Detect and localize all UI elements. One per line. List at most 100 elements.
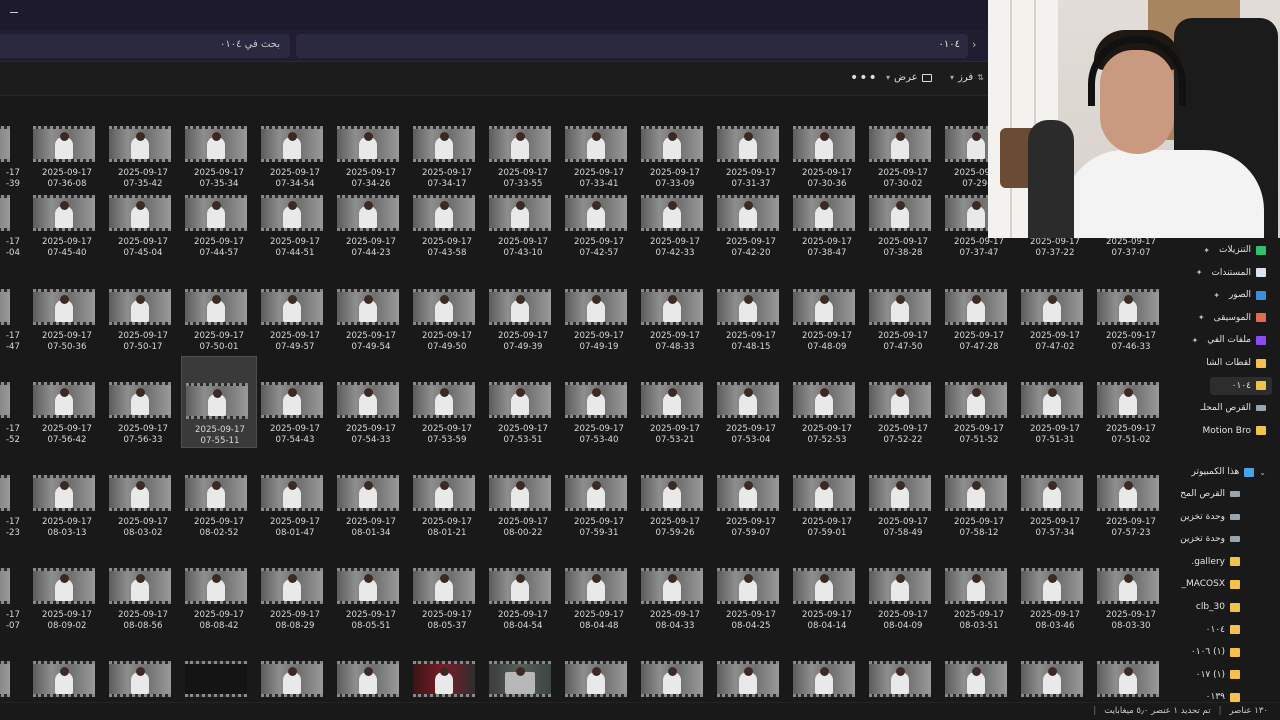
- file-item[interactable]: 2025-09-17 07-42-20: [713, 195, 789, 265]
- sidebar-item-this-pc[interactable]: ⌄ هذا الكمبيوتر: [1191, 463, 1266, 481]
- file-item[interactable]: 2025-09-17 07-31-37: [713, 126, 789, 196]
- file-item[interactable]: 2025-09-17 07-52-53: [789, 382, 865, 452]
- file-item[interactable]: 2025-09-17 07-52-22: [865, 382, 941, 452]
- sidebar-item[interactable]: (١) ٠١٠٦: [1191, 643, 1240, 661]
- file-item[interactable]: 2025-09-17 07-51-02: [1093, 382, 1169, 452]
- file-item[interactable]: 2025-09-17 07-46-33: [1093, 289, 1169, 359]
- file-item[interactable]: [561, 661, 637, 702]
- file-item[interactable]: [257, 661, 333, 702]
- sidebar-item[interactable]: ‪clb_30: [1196, 598, 1240, 616]
- file-item[interactable]: [0, 661, 20, 702]
- file-item[interactable]: 2025-09-17 07-58-49: [865, 475, 941, 545]
- file-item[interactable]: 2025-09-17 07-58-12: [941, 475, 1017, 545]
- file-item[interactable]: 2025-09-17 07-51-31: [1017, 382, 1093, 452]
- sidebar-item[interactable]: القرص المحلـ: [1201, 399, 1266, 417]
- file-item[interactable]: 2025-09-17 07-54-33: [333, 382, 409, 452]
- file-item[interactable]: 2025-09-17 07-53-04: [713, 382, 789, 452]
- file-item[interactable]: 2025-09-17 07-49-57: [257, 289, 333, 359]
- sidebar-item[interactable]: وحدة تخزين: [1180, 508, 1240, 526]
- file-item[interactable]: 2025-09-17 07-43-58: [409, 195, 485, 265]
- file-item[interactable]: 2025-09-17 08-03-02: [105, 475, 181, 545]
- file-item[interactable]: -17 -23: [0, 475, 20, 545]
- file-item[interactable]: -17 -07: [0, 568, 20, 638]
- sidebar-item[interactable]: الصور ✦: [1213, 286, 1266, 304]
- file-item[interactable]: 2025-09-17 07-43-10: [485, 195, 561, 265]
- file-item[interactable]: 2025-09-17 07-42-33: [637, 195, 713, 265]
- sidebar-item[interactable]: Motion Bro: [1202, 422, 1266, 440]
- file-item[interactable]: 2025-09-17 07-48-33: [637, 289, 713, 359]
- file-item[interactable]: 2025-09-17 07-44-23: [333, 195, 409, 265]
- file-item[interactable]: -17 -47: [0, 289, 20, 359]
- file-item[interactable]: 2025-09-17 07-59-31: [561, 475, 637, 545]
- file-item[interactable]: 2025-09-17 07-48-09: [789, 289, 865, 359]
- file-item[interactable]: 2025-09-17 08-00-22: [485, 475, 561, 545]
- view-button[interactable]: عرض ▾: [886, 72, 932, 83]
- file-item[interactable]: 2025-09-17 07-53-51: [485, 382, 561, 452]
- file-item[interactable]: [485, 661, 561, 702]
- sidebar-item[interactable]: الموسيقى ✦: [1198, 309, 1266, 327]
- file-item[interactable]: 2025-09-17 07-57-34: [1017, 475, 1093, 545]
- file-item[interactable]: 2025-09-17 07-44-57: [181, 195, 257, 265]
- file-item[interactable]: 2025-09-17 08-05-51: [333, 568, 409, 638]
- file-item[interactable]: 2025-09-17 08-04-54: [485, 568, 561, 638]
- file-item[interactable]: 2025-09-17 08-08-56: [105, 568, 181, 638]
- file-item[interactable]: 2025-09-17 07-30-36: [789, 126, 865, 196]
- file-item[interactable]: [29, 661, 105, 702]
- file-item[interactable]: 2025-09-17 07-33-41: [561, 126, 637, 196]
- file-item[interactable]: 2025-09-17 07-49-39: [485, 289, 561, 359]
- file-item[interactable]: 2025-09-17 07-49-19: [561, 289, 637, 359]
- file-item[interactable]: [789, 661, 865, 702]
- file-item[interactable]: -17 -52: [0, 382, 20, 452]
- file-item[interactable]: 2025-09-17 07-59-26: [637, 475, 713, 545]
- file-item[interactable]: 2025-09-17 07-33-55: [485, 126, 561, 196]
- minimize-icon[interactable]: [10, 12, 18, 13]
- sidebar-item[interactable]: القرص المح: [1180, 485, 1240, 503]
- sidebar-item[interactable]: gallery.: [1191, 553, 1240, 571]
- file-item[interactable]: 2025-09-17 08-09-02: [29, 568, 105, 638]
- file-item[interactable]: [333, 661, 409, 702]
- file-item[interactable]: [865, 661, 941, 702]
- file-item[interactable]: 2025-09-17 07-38-47: [789, 195, 865, 265]
- file-item[interactable]: 2025-09-17 07-54-43: [257, 382, 333, 452]
- sort-button[interactable]: ⇅ فرز ▾: [950, 72, 984, 83]
- sidebar-item[interactable]: (١) ٠١٧: [1196, 666, 1240, 684]
- file-item[interactable]: 2025-09-17 07-36-08: [29, 126, 105, 196]
- sidebar-item[interactable]: ٠١٠٤: [1206, 621, 1240, 639]
- file-item[interactable]: 2025-09-17 07-42-57: [561, 195, 637, 265]
- file-item[interactable]: 2025-09-17 07-53-59: [409, 382, 485, 452]
- file-item[interactable]: 2025-09-17 07-49-54: [333, 289, 409, 359]
- sidebar-item[interactable]: لقطات الشا: [1206, 354, 1266, 372]
- file-item[interactable]: 2025-09-17 07-50-36: [29, 289, 105, 359]
- more-options-button[interactable]: •••: [850, 70, 878, 86]
- file-item[interactable]: 2025-09-17 08-02-52: [181, 475, 257, 545]
- sidebar-item[interactable]: وحدة تخزين: [1180, 530, 1240, 548]
- file-item[interactable]: 2025-09-17 08-05-37: [409, 568, 485, 638]
- file-item[interactable]: 2025-09-17 07-56-42: [29, 382, 105, 452]
- file-item[interactable]: -17 -04: [0, 195, 20, 265]
- file-item[interactable]: 2025-09-17 07-53-40: [561, 382, 637, 452]
- file-item[interactable]: 2025-09-17 07-47-28: [941, 289, 1017, 359]
- search-input[interactable]: بحث في ٠١٠٤: [0, 34, 290, 58]
- file-item[interactable]: 2025-09-17 08-03-30: [1093, 568, 1169, 638]
- file-item[interactable]: 2025-09-17 07-34-17: [409, 126, 485, 196]
- file-item[interactable]: 2025-09-17 08-03-51: [941, 568, 1017, 638]
- file-item[interactable]: 2025-09-17 08-04-33: [637, 568, 713, 638]
- file-item[interactable]: 2025-09-17 07-48-15: [713, 289, 789, 359]
- file-item[interactable]: 2025-09-17 08-08-42: [181, 568, 257, 638]
- file-item[interactable]: 2025-09-17 07-47-50: [865, 289, 941, 359]
- file-item[interactable]: 2025-09-17 08-01-47: [257, 475, 333, 545]
- sidebar-item[interactable]: MACOSX_: [1181, 575, 1240, 593]
- file-item[interactable]: [105, 661, 181, 702]
- file-item[interactable]: 2025-09-17 08-03-13: [29, 475, 105, 545]
- file-item[interactable]: 2025-09-17 07-59-07: [713, 475, 789, 545]
- file-item[interactable]: 2025-09-17 07-50-17: [105, 289, 181, 359]
- file-item[interactable]: 2025-09-17 08-04-09: [865, 568, 941, 638]
- file-item[interactable]: 2025-09-17 07-49-50: [409, 289, 485, 359]
- file-item[interactable]: [181, 661, 257, 702]
- file-item[interactable]: [1093, 661, 1169, 702]
- file-item[interactable]: 2025-09-17 07-35-34: [181, 126, 257, 196]
- file-item[interactable]: 2025-09-17 07-56-33: [105, 382, 181, 452]
- file-item[interactable]: 2025-09-17 07-35-42: [105, 126, 181, 196]
- file-item[interactable]: -17 -39: [0, 126, 20, 196]
- file-item[interactable]: [1017, 661, 1093, 702]
